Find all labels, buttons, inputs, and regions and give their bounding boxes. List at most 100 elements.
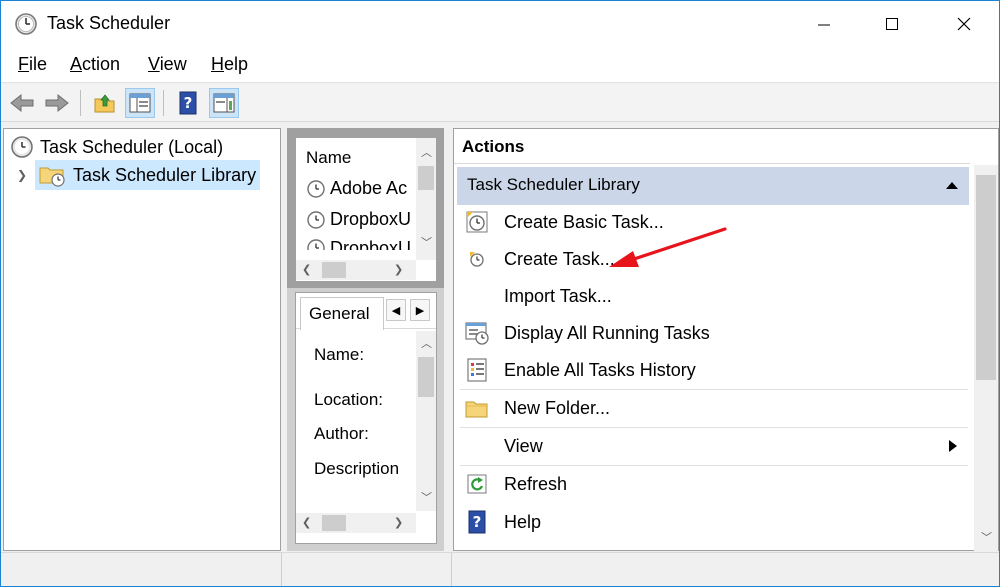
task-name: DropboxU — [330, 238, 412, 250]
menu-help-accel: H — [211, 54, 224, 74]
up-folder-button[interactable] — [90, 88, 120, 118]
details-vertical-scrollbar[interactable]: ︿ ﹀ — [416, 331, 436, 511]
maximize-icon — [886, 18, 898, 30]
menu-action-accel: A — [70, 54, 83, 74]
forward-arrow-icon — [45, 93, 69, 113]
task-list-pane: Name Adobe Ac DropboxU DropboxU ︿ ﹀ ❮ ❯ — [295, 137, 437, 282]
svg-text:?: ? — [473, 513, 482, 531]
task-scheduler-window: Task Scheduler File Action View Help ? T… — [0, 0, 1000, 587]
task-list-horizontal-scrollbar[interactable]: ❮ ❯ — [296, 260, 416, 280]
tree-node-library[interactable]: Task Scheduler Library — [35, 160, 261, 190]
clock-icon — [11, 136, 33, 158]
back-button[interactable] — [7, 88, 37, 118]
action-help[interactable]: ? Help — [460, 505, 968, 539]
show-hide-console-tree-button[interactable] — [125, 88, 155, 118]
forward-button[interactable] — [42, 88, 72, 118]
expand-chevron-icon[interactable]: ❯ — [17, 168, 27, 182]
scrollbar-thumb[interactable] — [322, 515, 346, 531]
help-toolbar-button[interactable]: ? — [173, 88, 203, 118]
scroll-up-icon[interactable]: ︿ — [421, 144, 432, 160]
tab-scroll-right-button[interactable]: ▶ — [410, 299, 430, 321]
scroll-up-icon[interactable]: ︿ — [421, 335, 432, 351]
tasks-history-icon — [462, 355, 492, 385]
title-bar: Task Scheduler — [1, 1, 999, 47]
action-label: Import Task... — [504, 285, 612, 306]
task-list-item[interactable]: DropboxU — [306, 238, 414, 250]
show-hide-action-pane-button[interactable] — [209, 88, 239, 118]
toolbar-separator — [163, 90, 164, 116]
close-button[interactable] — [941, 1, 987, 47]
close-icon — [957, 17, 971, 31]
console-tree-pane: Task Scheduler (Local) ❯ Task Scheduler … — [3, 128, 281, 551]
task-clock-icon — [307, 239, 325, 250]
details-horizontal-scrollbar[interactable]: ❮ ❯ — [296, 513, 416, 533]
action-label: Create Task... — [504, 248, 615, 269]
task-list-vertical-scrollbar[interactable]: ︿ ﹀ — [416, 138, 436, 260]
tab-scroll-left-button[interactable]: ◀ — [386, 299, 406, 321]
scroll-right-icon[interactable]: ❯ — [394, 516, 403, 529]
task-list-item[interactable]: DropboxU — [306, 209, 414, 230]
scroll-down-icon[interactable]: ﹀ — [421, 234, 432, 250]
actions-vertical-scrollbar[interactable]: ﹀ — [974, 165, 998, 551]
scrollbar-thumb[interactable] — [322, 262, 346, 278]
caret-left-icon: ◀ — [391, 304, 401, 317]
action-separator — [460, 427, 968, 428]
task-name: DropboxU — [330, 209, 412, 229]
submenu-arrow-icon — [949, 440, 957, 452]
action-label: New Folder... — [504, 397, 611, 418]
action-refresh[interactable]: Refresh — [460, 467, 968, 501]
scheduler-folder-icon — [39, 167, 65, 187]
tree-node-local[interactable]: Task Scheduler (Local) — [10, 135, 223, 159]
scroll-left-icon[interactable]: ❮ — [302, 263, 311, 276]
task-clock-icon — [307, 179, 325, 198]
action-new-folder[interactable]: New Folder... — [460, 391, 968, 425]
actions-pane: Actions Task Scheduler Library Create Ba… — [453, 128, 999, 551]
action-view[interactable]: View — [460, 429, 968, 463]
window-title: Task Scheduler — [47, 13, 171, 33]
menu-file-rest: ile — [29, 54, 48, 74]
scrollbar-thumb[interactable] — [976, 175, 996, 380]
scrollbar-thumb[interactable] — [418, 357, 434, 397]
menu-help-rest: elp — [224, 54, 249, 74]
menu-view[interactable]: View — [148, 54, 187, 75]
scroll-left-icon[interactable]: ❮ — [302, 516, 311, 529]
annotation-arrow-icon — [609, 227, 727, 267]
status-bar — [1, 552, 999, 586]
collapse-triangle-icon[interactable] — [945, 180, 959, 190]
action-enable-tasks-history[interactable]: Enable All Tasks History — [460, 353, 968, 387]
menu-action[interactable]: Action — [70, 54, 120, 75]
task-details-pane: General ◀ ▶ Name: Location: Author: Desc… — [295, 292, 437, 544]
blank-icon — [462, 281, 492, 311]
scroll-down-icon[interactable]: ﹀ — [981, 529, 992, 545]
status-separator — [451, 553, 452, 586]
menu-bar: File Action View Help — [1, 47, 999, 83]
maximize-button[interactable] — [869, 1, 915, 47]
menu-help[interactable]: Help — [211, 54, 248, 75]
column-header-name[interactable]: Name — [296, 138, 416, 176]
toolbar-separator — [80, 90, 81, 116]
tab-general[interactable]: General — [300, 297, 384, 330]
scroll-right-icon[interactable]: ❯ — [394, 263, 403, 276]
actions-section-header[interactable]: Task Scheduler Library — [457, 167, 969, 205]
details-tab-strip: General ◀ ▶ — [296, 293, 436, 330]
action-import-task[interactable]: Import Task... — [460, 279, 968, 313]
action-display-running-tasks[interactable]: Display All Running Tasks — [460, 316, 968, 350]
action-label: Display All Running Tasks — [504, 322, 710, 343]
create-task-icon — [462, 244, 492, 274]
minimize-button[interactable] — [801, 1, 847, 47]
menu-file[interactable]: File — [18, 54, 47, 75]
task-clock-icon — [307, 210, 325, 229]
name-label: Name: — [314, 345, 365, 364]
svg-text:?: ? — [184, 94, 193, 112]
console-tree-icon — [129, 93, 151, 113]
running-tasks-icon — [462, 318, 492, 348]
location-label: Location: — [314, 390, 383, 409]
description-label: Description — [314, 459, 400, 478]
actions-section-title: Task Scheduler Library — [467, 175, 640, 194]
create-basic-task-icon — [462, 207, 492, 237]
author-label: Author: — [314, 424, 369, 443]
scroll-down-icon[interactable]: ﹀ — [421, 489, 432, 505]
task-list-item[interactable]: Adobe Ac — [306, 178, 414, 199]
scrollbar-thumb[interactable] — [418, 166, 434, 190]
action-label: Enable All Tasks History — [504, 359, 696, 380]
